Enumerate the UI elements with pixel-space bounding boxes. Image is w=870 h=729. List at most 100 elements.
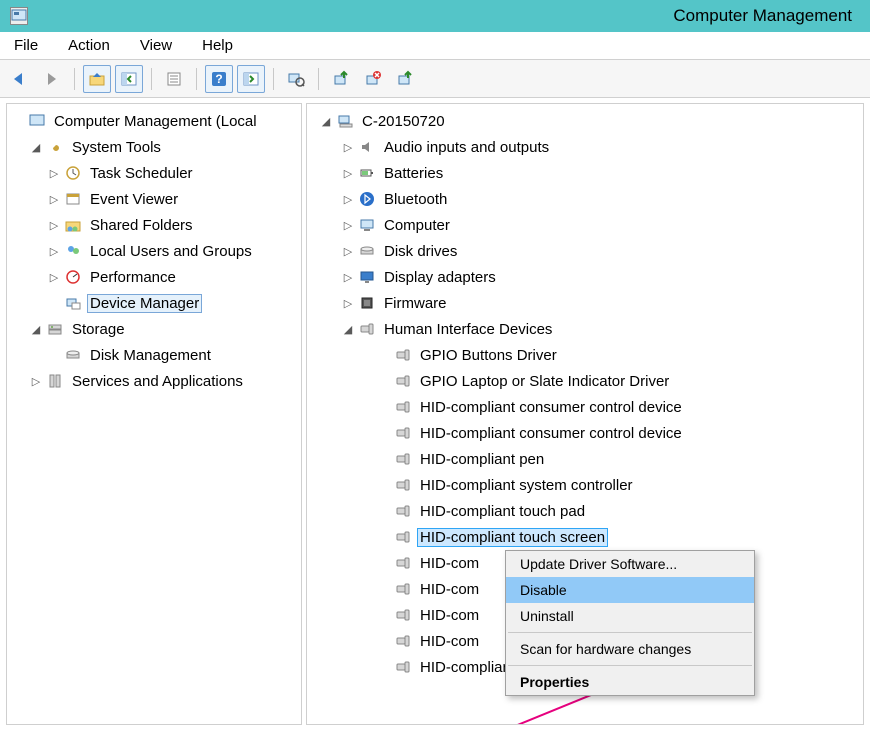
device-category[interactable]: ▷Audio inputs and outputs [307, 134, 863, 160]
expander-icon[interactable]: ◢ [29, 322, 43, 336]
tree-storage[interactable]: ◢ Storage [7, 316, 301, 342]
expander-icon[interactable]: ▷ [29, 374, 43, 388]
update-driver-button[interactable] [327, 65, 355, 93]
expander-icon[interactable]: ◢ [341, 322, 355, 336]
tree-performance[interactable]: ▷ Performance [7, 264, 301, 290]
menu-view[interactable]: View [134, 35, 178, 56]
device-root[interactable]: ◢ C-20150720 [307, 108, 863, 134]
titlebar: Computer Management [0, 0, 870, 32]
tree-task-scheduler[interactable]: ▷ Task Scheduler [7, 160, 301, 186]
device-item[interactable]: ▷HID-compliant pen [307, 446, 863, 472]
tree-label: Storage [69, 320, 128, 339]
expander-icon[interactable]: ▷ [47, 218, 61, 232]
device-item[interactable]: ▷HID-compliant consumer control device [307, 420, 863, 446]
tree-label: HID-compliant pen [417, 450, 547, 469]
menubar: File Action View Help [0, 32, 870, 60]
tree-label: Performance [87, 268, 179, 287]
toggle-tree-button[interactable] [115, 65, 143, 93]
tree-root[interactable]: ▷ Computer Management (Local [7, 108, 301, 134]
forward-button[interactable] [38, 65, 66, 93]
toolbar-separator [318, 68, 319, 90]
toolbar: ? [0, 60, 870, 98]
tree-label: HID-compliant consumer control device [417, 398, 685, 417]
expander-icon[interactable]: ▷ [341, 296, 355, 310]
window-title: Computer Management [36, 6, 860, 26]
tree-label: Device Manager [87, 294, 202, 313]
scan-button[interactable] [282, 65, 310, 93]
menu-file[interactable]: File [8, 35, 44, 56]
tree-label: Event Viewer [87, 190, 181, 209]
up-folder-button[interactable] [83, 65, 111, 93]
display-icon [357, 268, 377, 286]
tree-event-viewer[interactable]: ▷ Event Viewer [7, 186, 301, 212]
device-category[interactable]: ◢ Human Interface Devices [307, 316, 863, 342]
menu-help[interactable]: Help [196, 35, 239, 56]
ctx-scan[interactable]: Scan for hardware changes [506, 636, 754, 662]
toolbar-separator [74, 68, 75, 90]
clock-icon [63, 164, 83, 182]
ctx-separator [508, 665, 752, 666]
device-category[interactable]: ▷Computer [307, 212, 863, 238]
event-icon [63, 190, 83, 208]
properties-button[interactable] [160, 65, 188, 93]
device-category[interactable]: ▷Batteries [307, 160, 863, 186]
tree-label: HID-com [417, 580, 482, 599]
expander-icon[interactable]: ▷ [341, 140, 355, 154]
tree-label: Task Scheduler [87, 164, 196, 183]
hid-icon [393, 632, 413, 650]
expander-icon[interactable]: ▷ [341, 218, 355, 232]
tree-label: Disk Management [87, 346, 214, 365]
device-item[interactable]: ▷GPIO Laptop or Slate Indicator Driver [307, 368, 863, 394]
tree-label: C-20150720 [359, 112, 448, 131]
expander-icon[interactable]: ▷ [341, 244, 355, 258]
bluetooth-icon [357, 190, 377, 208]
help-button[interactable]: ? [205, 65, 233, 93]
expander-icon[interactable]: ◢ [319, 114, 333, 128]
console-tree-pane[interactable]: ▷ Computer Management (Local ◢ System To… [6, 103, 302, 725]
device-category[interactable]: ▷Disk drives [307, 238, 863, 264]
menu-action[interactable]: Action [62, 35, 116, 56]
toolbar-separator [196, 68, 197, 90]
tree-label: Display adapters [381, 268, 499, 287]
tree-label: HID-compliant system controller [417, 476, 636, 495]
expander-icon[interactable]: ▷ [341, 166, 355, 180]
expander-icon[interactable]: ▷ [47, 166, 61, 180]
wrench-icon [45, 138, 65, 156]
uninstall-device-button[interactable] [391, 65, 419, 93]
tree-label: Human Interface Devices [381, 320, 555, 339]
tree-services[interactable]: ▷ Services and Applications [7, 368, 301, 394]
expander-icon[interactable]: ▷ [341, 270, 355, 284]
ctx-uninstall[interactable]: Uninstall [506, 603, 754, 629]
device-item[interactable]: ▷HID-compliant system controller [307, 472, 863, 498]
tree-shared-folders[interactable]: ▷ Shared Folders [7, 212, 301, 238]
device-item[interactable]: ▷HID-compliant touch pad [307, 498, 863, 524]
device-category[interactable]: ▷ Display adapters [307, 264, 863, 290]
back-button[interactable] [6, 65, 34, 93]
disk-icon [357, 242, 377, 260]
expander-icon[interactable]: ▷ [47, 244, 61, 258]
show-hidden-button[interactable] [237, 65, 265, 93]
device-item[interactable]: ▷HID-compliant consumer control device [307, 394, 863, 420]
device-category[interactable]: ▷ Firmware [307, 290, 863, 316]
expander-icon[interactable]: ▷ [47, 270, 61, 284]
ctx-update-driver[interactable]: Update Driver Software... [506, 551, 754, 577]
ctx-properties[interactable]: Properties [506, 669, 754, 695]
tree-disk-management[interactable]: ▷ Disk Management [7, 342, 301, 368]
tree-label: Bluetooth [381, 190, 450, 209]
tree-system-tools[interactable]: ◢ System Tools [7, 134, 301, 160]
tree-label: Shared Folders [87, 216, 196, 235]
device-item[interactable]: ▷GPIO Buttons Driver [307, 342, 863, 368]
disable-device-button[interactable] [359, 65, 387, 93]
expander-icon[interactable]: ▷ [341, 192, 355, 206]
storage-icon [45, 320, 65, 338]
tree-label: Firmware [381, 294, 450, 313]
device-category[interactable]: ▷ Bluetooth [307, 186, 863, 212]
expander-icon[interactable]: ▷ [47, 192, 61, 206]
device-item[interactable]: ▷HID-compliant touch screen [307, 524, 863, 550]
tree-device-manager[interactable]: ▷ Device Manager [7, 290, 301, 316]
ctx-disable[interactable]: Disable [506, 577, 754, 603]
tree-label: GPIO Buttons Driver [417, 346, 560, 365]
ctx-separator [508, 632, 752, 633]
expander-icon[interactable]: ◢ [29, 140, 43, 154]
tree-local-users[interactable]: ▷ Local Users and Groups [7, 238, 301, 264]
